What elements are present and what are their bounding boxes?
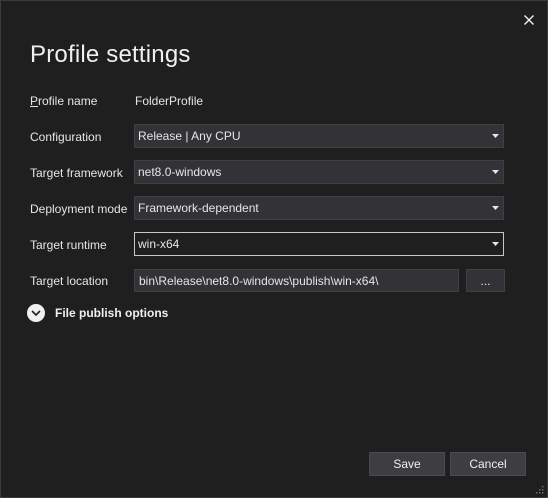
- profile-settings-dialog: Profile settings Profile name FolderProf…: [0, 0, 548, 498]
- profile-name-label-accelerator: P: [30, 94, 39, 108]
- dropdown-arrow-icon: [487, 197, 503, 219]
- target-runtime-dropdown[interactable]: win-x64: [134, 232, 504, 256]
- configuration-dropdown[interactable]: Release | Any CPU: [134, 124, 504, 148]
- expander-circle: [27, 304, 45, 322]
- resize-grip-icon[interactable]: [534, 484, 544, 494]
- profile-name-value: FolderProfile: [135, 94, 204, 108]
- file-publish-options-label: File publish options: [55, 306, 169, 320]
- close-icon: [524, 15, 534, 25]
- dialog-title: Profile settings: [30, 41, 191, 68]
- target-framework-value: net8.0-windows: [138, 165, 222, 179]
- target-framework-label: Target framework: [30, 166, 123, 180]
- dropdown-arrow-icon: [487, 125, 503, 147]
- cancel-button[interactable]: Cancel: [450, 452, 526, 476]
- dropdown-arrow-icon: [487, 161, 503, 183]
- deployment-mode-dropdown[interactable]: Framework-dependent: [134, 196, 504, 220]
- chevron-down-icon: [31, 310, 41, 316]
- configuration-value: Release | Any CPU: [138, 129, 241, 143]
- deployment-mode-value: Framework-dependent: [138, 201, 259, 215]
- dropdown-arrow-icon: [487, 233, 503, 255]
- configuration-label: Configuration: [30, 130, 102, 144]
- target-runtime-label: Target runtime: [30, 238, 107, 252]
- deployment-mode-label: Deployment mode: [30, 202, 128, 216]
- file-publish-options-expander[interactable]: File publish options: [27, 304, 168, 322]
- target-location-label: Target location: [30, 274, 109, 288]
- target-runtime-value: win-x64: [138, 237, 180, 251]
- target-location-input[interactable]: bin\Release\net8.0-windows\publish\win-x…: [134, 269, 459, 292]
- target-framework-dropdown[interactable]: net8.0-windows: [134, 160, 504, 184]
- save-button[interactable]: Save: [369, 452, 445, 476]
- browse-button[interactable]: ...: [466, 269, 505, 292]
- profile-name-label-rest: rofile name: [38, 94, 98, 108]
- close-button[interactable]: [519, 11, 539, 29]
- profile-name-label: Profile name: [30, 94, 97, 108]
